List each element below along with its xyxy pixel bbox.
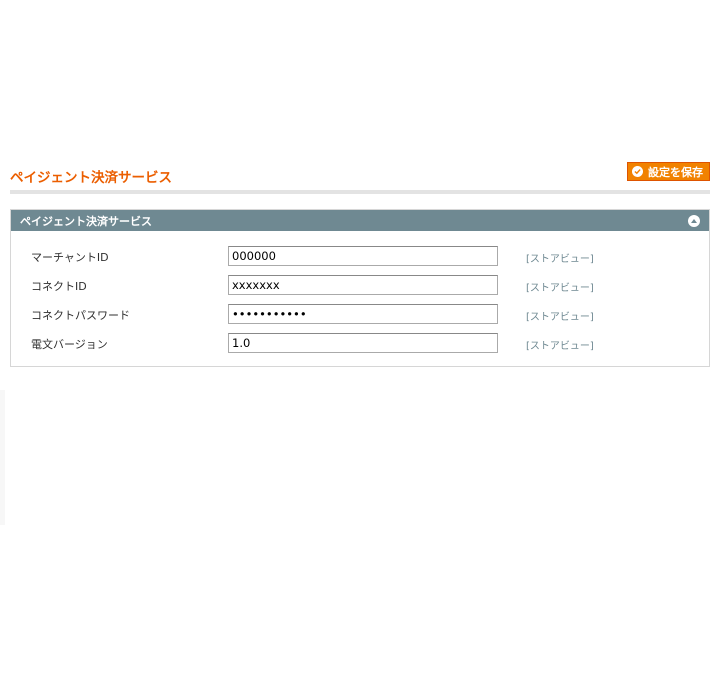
- connect-password-input[interactable]: [228, 304, 498, 324]
- side-strip: [0, 390, 5, 525]
- merchant-id-scope: [ストアビュー]: [526, 254, 594, 265]
- paygent-fieldset: ペイジェント決済サービス マーチャントID [ストアビュー] コネクトID [ス…: [10, 209, 710, 367]
- save-config-button[interactable]: 設定を保存: [627, 162, 710, 181]
- page-title: ペイジェント決済サービス: [10, 170, 172, 186]
- connect-password-scope: [ストアビュー]: [526, 312, 594, 323]
- connect-password-label: コネクトパスワード: [31, 309, 130, 322]
- merchant-id-label: マーチャントID: [31, 251, 109, 264]
- merchant-id-input[interactable]: [228, 246, 498, 266]
- message-version-label: 電文バージョン: [31, 338, 108, 351]
- form-row-message-version: 電文バージョン [ストアビュー]: [11, 333, 709, 355]
- message-version-input[interactable]: [228, 333, 498, 353]
- form-row-merchant-id: マーチャントID [ストアビュー]: [11, 246, 709, 268]
- connect-id-input[interactable]: [228, 275, 498, 295]
- form-row-connect-password: コネクトパスワード [ストアビュー]: [11, 304, 709, 326]
- connect-id-label: コネクトID: [31, 280, 87, 293]
- save-config-label: 設定を保存: [648, 166, 703, 179]
- message-version-scope: [ストアビュー]: [526, 341, 594, 352]
- collapse-up-icon[interactable]: [688, 214, 700, 227]
- page-header: ペイジェント決済サービス 設定を保存: [10, 160, 710, 194]
- check-circle-icon: [632, 166, 643, 177]
- connect-id-scope: [ストアビュー]: [526, 283, 594, 294]
- form-row-connect-id: コネクトID [ストアビュー]: [11, 275, 709, 297]
- fieldset-title: ペイジェント決済サービス: [20, 214, 152, 228]
- fieldset-header[interactable]: ペイジェント決済サービス: [11, 210, 709, 231]
